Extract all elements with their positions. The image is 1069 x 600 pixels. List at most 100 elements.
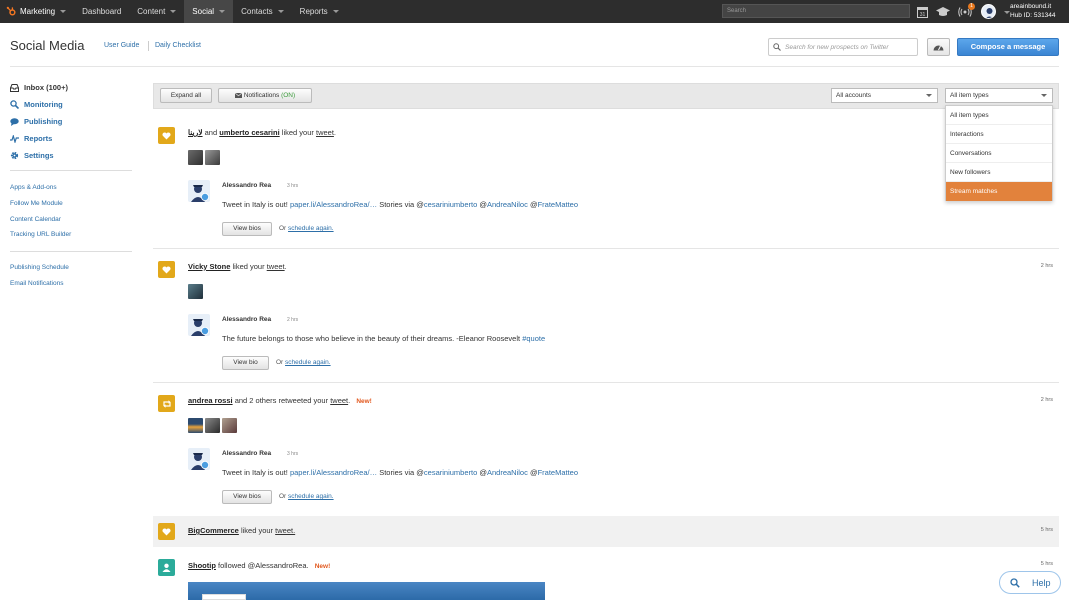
global-search-input[interactable]: Search xyxy=(722,4,910,18)
sidebar-item-label: Settings xyxy=(24,151,54,160)
avatar[interactable] xyxy=(981,4,996,19)
new-badge: New! xyxy=(314,563,331,570)
prospect-search-placeholder: Search for new prospects on Twitter xyxy=(785,44,889,51)
actor-link[interactable]: Shootip xyxy=(188,561,216,570)
tweet-link[interactable]: tweet xyxy=(316,128,334,137)
profile-banner-image xyxy=(188,582,545,600)
activity-action: and 2 others retweeted your xyxy=(234,396,329,405)
avatar[interactable] xyxy=(205,418,220,433)
nav-reports[interactable]: Reports xyxy=(292,0,347,23)
nav-contacts[interactable]: Contacts xyxy=(233,0,292,23)
tweet-author[interactable]: Alessandro Rea xyxy=(222,316,271,323)
avatar[interactable] xyxy=(205,150,220,165)
tweet-author[interactable]: Alessandro Rea xyxy=(222,450,271,457)
dropdown-option-interactions[interactable]: Interactions xyxy=(946,125,1052,144)
dropdown-option-all[interactable]: All item types xyxy=(946,106,1052,125)
item-types-select[interactable]: All item types xyxy=(945,88,1053,103)
chevron-down-icon xyxy=(170,10,177,13)
tweet-link[interactable]: tweet xyxy=(267,262,285,271)
sidebar-item-inbox[interactable]: Inbox (100+) xyxy=(10,83,68,92)
tweet-author[interactable]: Alessandro Rea xyxy=(222,182,271,189)
actor-link[interactable]: andrea rossi xyxy=(188,396,233,405)
timestamp: 5 hrs xyxy=(1040,527,1053,533)
sidebar-link-content-calendar[interactable]: Content Calendar xyxy=(10,216,61,223)
nav-dashboard[interactable]: Dashboard xyxy=(74,0,129,23)
schedule-again-link[interactable]: schedule again. xyxy=(288,225,334,232)
activity-action: followed @AlessandroRea. xyxy=(218,561,309,570)
notifications-toggle-button[interactable]: Notifications (ON) xyxy=(218,88,312,103)
avatar[interactable] xyxy=(188,448,210,470)
nav-content[interactable]: Content xyxy=(129,0,184,23)
schedule-again-link[interactable]: schedule again. xyxy=(285,359,331,366)
sidebar-link-follow-me[interactable]: Follow Me Module xyxy=(10,200,63,207)
sidebar-link-apps[interactable]: Apps & Add-ons xyxy=(10,184,57,191)
actor-link[interactable]: Vicky Stone xyxy=(188,262,230,271)
tweet-url-link[interactable]: paper.li/AlessandroRea/… xyxy=(290,200,377,209)
sidebar-item-monitoring[interactable]: Monitoring xyxy=(10,100,63,109)
top-nav: Marketing Dashboard Content Social Conta… xyxy=(0,0,1069,23)
dropdown-option-stream-matches[interactable]: Stream matches xyxy=(946,182,1052,201)
mention-link[interactable]: AndreaNiloc xyxy=(487,468,528,477)
nav-marketing-label: Marketing xyxy=(20,7,56,16)
view-bios-button[interactable]: View bios xyxy=(222,490,272,504)
actor-link[interactable]: BigCommerce xyxy=(188,526,239,535)
daily-checklist-link[interactable]: Daily Checklist xyxy=(155,42,201,49)
tweet-link[interactable]: tweet xyxy=(330,396,348,405)
hub-id: Hub ID: 531344 xyxy=(1010,12,1056,19)
divider xyxy=(148,41,149,51)
schedule-again-link[interactable]: schedule again. xyxy=(288,493,334,500)
activity-connector: and xyxy=(204,128,218,137)
mention-link[interactable]: FrateMatteo xyxy=(538,200,578,209)
sidebar-link-email-notifications[interactable]: Email Notifications xyxy=(10,280,63,287)
expand-all-button[interactable]: Expand all xyxy=(160,88,212,103)
help-button[interactable]: Help xyxy=(999,571,1061,594)
sidebar-item-settings[interactable]: Settings xyxy=(10,151,54,160)
sidebar-link-publishing-schedule[interactable]: Publishing Schedule xyxy=(10,264,69,271)
actor-link[interactable]: umberto cesarini xyxy=(219,128,279,137)
tweet-link[interactable]: tweet. xyxy=(275,526,295,535)
sidebar-link-tracking-url[interactable]: Tracking URL Builder xyxy=(10,231,71,238)
divider xyxy=(10,170,132,171)
tweet-text-part: @ xyxy=(479,200,487,209)
mention-link[interactable]: FrateMatteo xyxy=(538,468,578,477)
chevron-down-icon xyxy=(1041,94,1047,97)
mention-link[interactable]: cesariniumberto xyxy=(424,200,477,209)
dashboard-gauge-button[interactable] xyxy=(927,38,950,56)
mention-link[interactable]: cesariniumberto xyxy=(424,468,477,477)
view-bio-button[interactable]: View bio xyxy=(222,356,269,370)
schedule-or: Or xyxy=(279,493,287,500)
hashtag-link[interactable]: #quote xyxy=(522,334,545,343)
academy-cap-icon[interactable] xyxy=(935,4,951,19)
user-guide-link[interactable]: User Guide xyxy=(104,42,139,49)
tweet-time: 3 hrs xyxy=(287,451,299,457)
sidebar-item-label: Reports xyxy=(24,134,53,143)
accounts-select[interactable]: All accounts xyxy=(831,88,938,103)
avatar[interactable] xyxy=(188,180,210,202)
feed-item[interactable]: BigCommerce liked your tweet. 5 hrs xyxy=(153,516,1059,547)
calendar-icon[interactable]: 31 xyxy=(916,4,928,19)
divider xyxy=(153,382,1059,383)
dropdown-option-conversations[interactable]: Conversations xyxy=(946,144,1052,163)
dropdown-option-new-followers[interactable]: New followers xyxy=(946,163,1052,182)
prospect-search-input[interactable]: Search for new prospects on Twitter xyxy=(768,38,918,56)
nav-social[interactable]: Social xyxy=(184,0,234,23)
schedule-or: Or xyxy=(276,359,284,366)
mention-link[interactable]: AndreaNiloc xyxy=(487,200,528,209)
avatar[interactable] xyxy=(222,418,237,433)
avatar[interactable] xyxy=(188,314,210,336)
notifications-state: (ON) xyxy=(281,92,296,99)
sidebar-item-publishing[interactable]: Publishing xyxy=(10,117,62,126)
activity-line: BigCommerce liked your tweet. xyxy=(188,526,295,535)
avatar[interactable] xyxy=(188,150,203,165)
tweet-url-link[interactable]: paper.li/AlessandroRea/… xyxy=(290,468,377,477)
actor-link[interactable]: لارينا xyxy=(188,128,203,137)
nav-reports-label: Reports xyxy=(299,7,328,16)
compose-message-button[interactable]: Compose a message xyxy=(957,38,1059,56)
avatar[interactable] xyxy=(188,284,203,299)
account-info[interactable]: areainbound.it Hub ID: 531344 xyxy=(1010,2,1056,20)
nav-marketing[interactable]: Marketing xyxy=(0,0,74,23)
avatar[interactable] xyxy=(188,418,203,433)
view-bios-button[interactable]: View bios xyxy=(222,222,272,236)
notification-badge: 1 xyxy=(968,3,975,10)
sidebar-item-reports[interactable]: Reports xyxy=(10,134,52,143)
